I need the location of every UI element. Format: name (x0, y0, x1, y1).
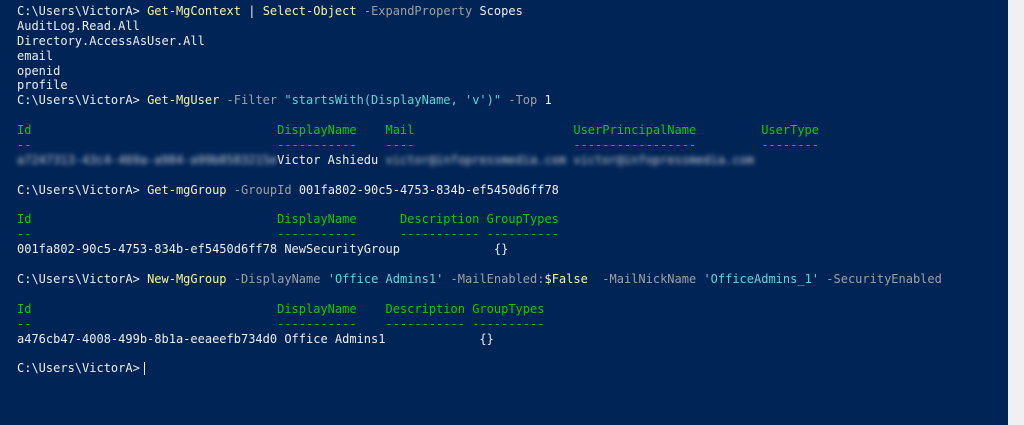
output-line: AuditLog.Read.All (17, 18, 140, 33)
display-name: Victor Ashiedu (277, 152, 379, 167)
table-header: Id DisplayName Description GroupTypes (17, 301, 545, 316)
parameter: -Filter (226, 93, 278, 108)
command-line: C:\Users\VictorA> New-MgGroup -DisplayNa… (17, 272, 1008, 287)
powershell-terminal[interactable]: C:\Users\VictorA> Get-MgContext | Select… (0, 0, 1008, 425)
table-underline: -- ----------- ---- ----------------- --… (17, 138, 819, 153)
prompt: C:\Users\VictorA> (17, 182, 140, 197)
parameter: -GroupId (233, 182, 292, 197)
argument: 1 (544, 93, 552, 108)
parameter: -MailEnabled: (450, 272, 545, 287)
output-line: openid (17, 63, 61, 78)
cmdlet: Get-MgUser (147, 93, 220, 108)
prompt: C:\Users\VictorA> (17, 4, 140, 18)
table-header: Id DisplayName Mail UserPrincipalName Us… (17, 123, 819, 138)
cmdlet: Get-mgGroup (147, 182, 227, 197)
parameter: -SecurityEnabled (826, 272, 942, 287)
table-underline: -- ----------- ----------- ---------- (17, 227, 559, 242)
parameter: -MailNickName (602, 272, 697, 287)
prompt: C:\Users\VictorA> (17, 93, 140, 108)
redacted-mail: victor@infopressmedia.com (385, 152, 567, 167)
output-line: Directory.AccessAsUser.All (17, 33, 205, 48)
scrollbar[interactable] (1008, 0, 1024, 425)
table-header: Id DisplayName Description GroupTypes (17, 212, 559, 227)
pipe: | (248, 4, 256, 18)
string-value: 'Office Admins1' (327, 272, 444, 287)
output-line: profile (17, 78, 68, 93)
string-value: 'OfficeAdmins_1' (703, 272, 820, 287)
input-line[interactable]: C:\Users\VictorA> (17, 361, 1008, 376)
table-underline: -- ----------- ----------- ---------- (17, 316, 545, 331)
parameter: -DisplayName (233, 272, 321, 287)
prompt: C:\Users\VictorA> (17, 361, 140, 376)
table-row: a476cb47-4008-499b-8b1a-eeaeefb734d0 Off… (17, 331, 494, 346)
argument: 001fa802-90c5-4753-834b-ef5450d6ff78 (298, 182, 559, 197)
table-row: 001fa802-90c5-4753-834b-ef5450d6ff78 New… (17, 242, 509, 257)
cmdlet: Select-Object (262, 4, 357, 18)
argument: Scopes (479, 4, 523, 18)
parameter: -ExpandProperty (363, 4, 473, 18)
output-line: email (17, 48, 54, 63)
parameter: -Top (508, 93, 538, 108)
variable: $False (544, 272, 588, 287)
prompt: C:\Users\VictorA> (17, 272, 140, 287)
redacted-id: a7247313-43c4-469a-a984-a99b8583215e (17, 152, 278, 167)
redacted-upn: victor@infopressmedia.com (573, 152, 754, 167)
text-cursor (143, 362, 145, 376)
cmdlet: Get-MgContext (147, 4, 241, 18)
string-value: "startsWith(DisplayName, 'v')" (284, 93, 502, 108)
cmdlet: New-MgGroup (147, 272, 227, 287)
command-line: C:\Users\VictorA> Get-mgGroup -GroupId 0… (17, 183, 1008, 198)
command-line: C:\Users\VictorA> Get-MgContext | Select… (17, 4, 1008, 19)
command-line: C:\Users\VictorA> Get-MgUser -Filter "st… (17, 93, 1008, 108)
table-row: a7247313-43c4-469a-a984-a99b8583215eVict… (17, 153, 1008, 168)
